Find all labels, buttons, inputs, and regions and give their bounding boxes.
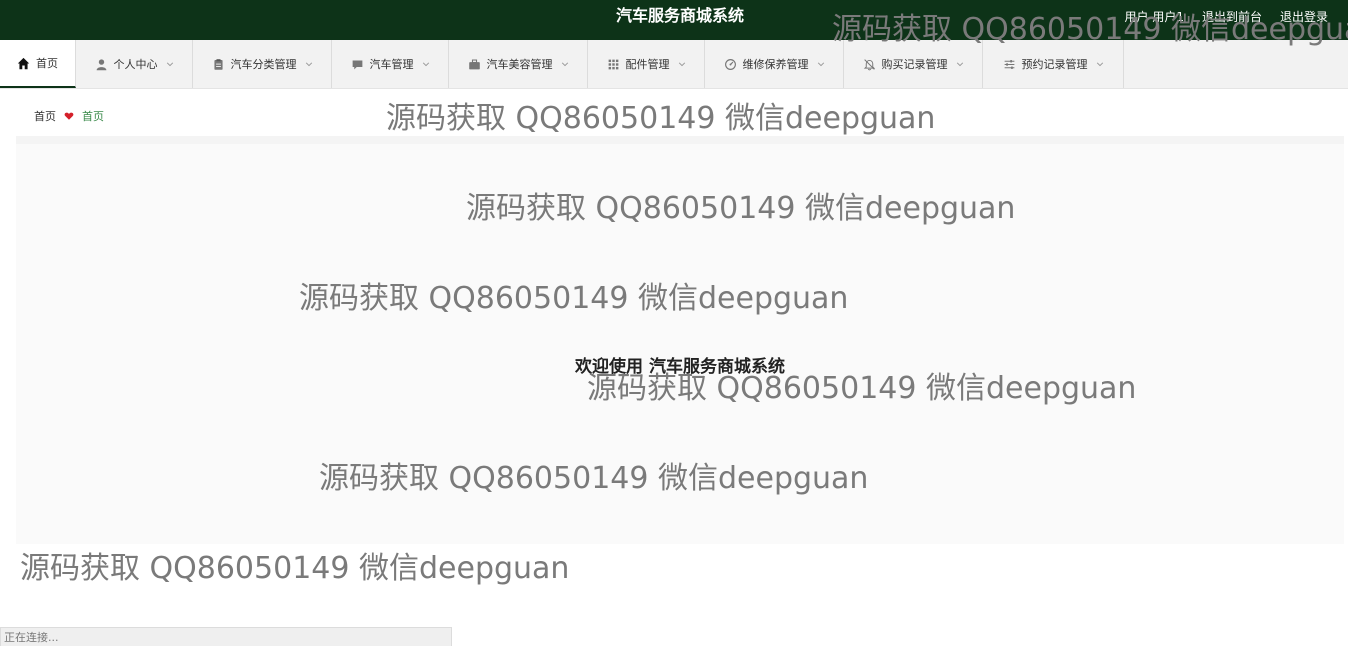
nav-item-personal-center[interactable]: 个人中心 [76, 40, 193, 88]
breadcrumb: 首页 首页 [16, 96, 1344, 136]
chevron-down-icon [678, 60, 686, 68]
user-name: 用户1 [1152, 9, 1184, 24]
user-icon [95, 58, 108, 71]
status-bar: 正在连接... [0, 627, 452, 646]
welcome-message: 欢迎使用 汽车服务商城系统 [575, 357, 785, 377]
top-header-bar: 汽车服务商城系统 用户 用户1 退出到前台 退出登录 [0, 0, 1348, 40]
main-nav: 首页 个人中心 汽车分类管理 汽车管理 汽车美容管理 配件管理 维修保养管理 购… [0, 40, 1348, 89]
chevron-down-icon [166, 60, 174, 68]
heart-icon [64, 111, 74, 121]
chevron-down-icon [561, 60, 569, 68]
nav-label: 购买记录管理 [881, 58, 948, 71]
chevron-down-icon [956, 60, 964, 68]
nav-label: 维修保养管理 [742, 58, 809, 71]
main-content [16, 144, 1344, 544]
bell-off-icon [863, 58, 876, 71]
gauge-icon [724, 58, 737, 71]
watermark: 源码获取 QQ86050149 微信deepguan [20, 551, 570, 586]
chevron-down-icon [1096, 60, 1104, 68]
nav-item-car-category[interactable]: 汽车分类管理 [193, 40, 332, 88]
grid-icon [607, 58, 620, 71]
clipboard-icon [212, 58, 225, 71]
home-icon [17, 57, 30, 70]
nav-label: 预约记录管理 [1021, 58, 1088, 71]
nav-item-purchase-record[interactable]: 购买记录管理 [844, 40, 983, 88]
breadcrumb-current: 首页 [82, 110, 104, 123]
nav-label: 首页 [36, 57, 58, 70]
user-info: 用户 用户1 [1124, 8, 1183, 25]
user-label: 用户 [1124, 9, 1149, 24]
logout-link[interactable]: 退出登录 [1280, 8, 1328, 25]
nav-label: 汽车管理 [369, 58, 414, 71]
nav-item-parts[interactable]: 配件管理 [588, 40, 705, 88]
breadcrumb-home[interactable]: 首页 [34, 108, 56, 124]
nav-label: 汽车分类管理 [230, 58, 297, 71]
chevron-down-icon [305, 60, 313, 68]
sliders-icon [1003, 58, 1016, 71]
header-actions: 用户 用户1 退出到前台 退出登录 [1124, 0, 1328, 32]
nav-item-car-beauty[interactable]: 汽车美容管理 [449, 40, 588, 88]
nav-label: 汽车美容管理 [486, 58, 553, 71]
chevron-down-icon [817, 60, 825, 68]
chevron-down-icon [422, 60, 430, 68]
nav-item-appointment-record[interactable]: 预约记录管理 [983, 40, 1124, 88]
nav-item-maintenance[interactable]: 维修保养管理 [705, 40, 844, 88]
nav-item-home[interactable]: 首页 [0, 40, 76, 88]
chat-icon [351, 58, 364, 71]
nav-label: 个人中心 [113, 58, 158, 71]
briefcase-icon [468, 58, 481, 71]
content-divider [16, 136, 1344, 144]
nav-item-car[interactable]: 汽车管理 [332, 40, 449, 88]
nav-label: 配件管理 [625, 58, 670, 71]
back-to-front-link[interactable]: 退出到前台 [1202, 8, 1262, 25]
